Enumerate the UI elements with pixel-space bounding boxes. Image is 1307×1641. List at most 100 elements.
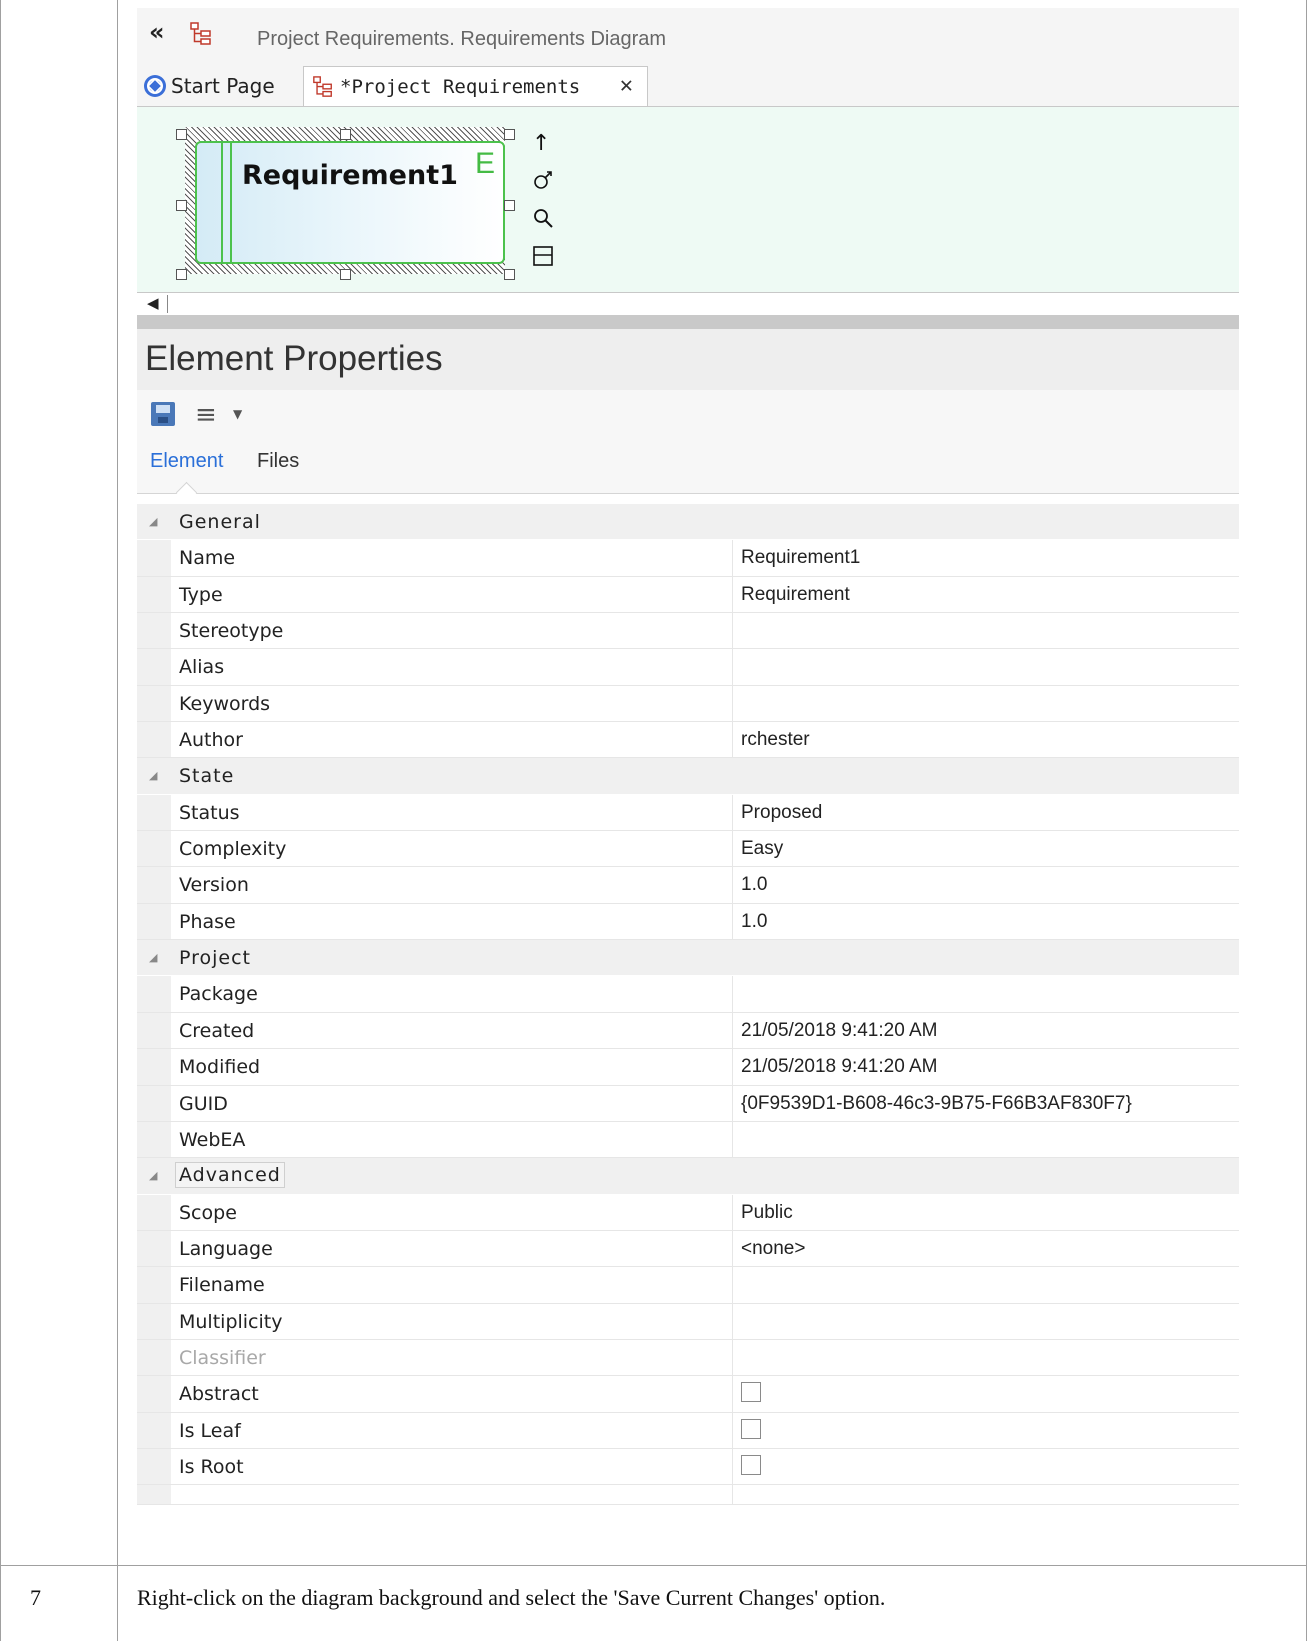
section-state[interactable]: ◢ State — [137, 758, 1239, 795]
resize-handle[interactable] — [504, 129, 515, 140]
property-row[interactable]: Alias — [137, 649, 1239, 686]
arrow-up-icon[interactable]: ↑ — [532, 131, 550, 156]
property-row[interactable]: Package — [137, 976, 1239, 1013]
property-value[interactable]: 21/05/2018 9:41:20 AM — [741, 1056, 938, 1078]
property-key: Type — [179, 583, 223, 606]
collapse-triangle-icon[interactable]: ◢ — [149, 951, 157, 964]
tab-start-page-label: Start Page — [171, 74, 275, 98]
property-value[interactable]: 21/05/2018 9:41:20 AM — [741, 1020, 938, 1042]
save-icon[interactable] — [151, 402, 175, 426]
resize-handle[interactable] — [340, 269, 351, 280]
property-row[interactable]: Abstract — [137, 1376, 1239, 1413]
is-root-checkbox[interactable] — [741, 1454, 761, 1475]
property-row[interactable]: Type Requirement — [137, 576, 1239, 614]
section-label: Project — [179, 947, 252, 970]
property-row[interactable]: Author rchester — [137, 722, 1239, 759]
property-key: Filename — [179, 1274, 265, 1297]
property-row[interactable]: Is Root — [137, 1448, 1239, 1486]
section-label: General — [179, 511, 261, 533]
close-icon[interactable]: ✕ — [620, 73, 633, 98]
property-key: Language — [179, 1237, 273, 1260]
horizontal-scrollbar[interactable]: ◀ — [137, 292, 1239, 316]
properties-title: Element Properties — [145, 339, 443, 378]
quick-link-icon[interactable] — [532, 169, 554, 197]
resize-handle[interactable] — [340, 129, 351, 140]
property-row[interactable]: Phase 1.0 — [137, 903, 1239, 941]
active-tab-indicator — [175, 481, 198, 504]
chevron-down-icon[interactable]: ▼ — [233, 407, 242, 421]
start-page-icon — [143, 74, 167, 98]
property-value[interactable]: {0F9539D1-B608-46c3-9B75-F66B3AF830F7} — [741, 1093, 1132, 1115]
property-row[interactable]: Classifier — [137, 1339, 1239, 1377]
is-leaf-checkbox[interactable] — [741, 1418, 761, 1439]
property-row[interactable]: Language <none> — [137, 1230, 1239, 1268]
resize-handle[interactable] — [504, 269, 515, 280]
property-key: Classifier — [179, 1346, 266, 1369]
requirement-element[interactable]: Requirement1 E — [195, 141, 505, 264]
properties-subtabs: Element Files — [137, 440, 1239, 504]
property-key: Is Root — [179, 1455, 244, 1478]
diagram-canvas[interactable]: Requirement1 E ↑ — [137, 107, 1239, 292]
property-value[interactable]: Easy — [741, 838, 783, 860]
property-key: Is Leaf — [179, 1419, 241, 1442]
property-value[interactable]: Proposed — [741, 802, 822, 824]
requirement-type-icon: E — [474, 147, 495, 180]
property-row-partial — [137, 1485, 1239, 1506]
search-icon[interactable] — [532, 207, 554, 235]
property-row[interactable]: Keywords — [137, 685, 1239, 723]
section-general[interactable]: ◢ General — [137, 504, 1239, 541]
property-row[interactable]: Filename — [137, 1267, 1239, 1304]
resize-handle[interactable] — [504, 200, 515, 211]
property-value[interactable]: rchester — [741, 729, 810, 751]
property-key: Abstract — [179, 1383, 259, 1406]
section-label: State — [179, 765, 235, 788]
section-project[interactable]: ◢ Project — [137, 940, 1239, 977]
property-row[interactable]: Version 1.0 — [137, 867, 1239, 904]
property-row[interactable]: WebEA — [137, 1121, 1239, 1159]
resize-handle[interactable] — [176, 269, 187, 280]
property-row[interactable]: Multiplicity — [137, 1303, 1239, 1340]
section-advanced[interactable]: ◢ Advanced — [137, 1158, 1239, 1195]
abstract-checkbox[interactable] — [741, 1382, 761, 1403]
tab-project-requirements[interactable]: *Project Requirements ✕ — [303, 66, 648, 106]
property-key: Author — [179, 729, 243, 752]
requirement-bar — [221, 143, 232, 262]
property-key: Name — [179, 547, 236, 570]
collapse-chevron-icon[interactable]: « — [149, 18, 165, 46]
collapse-triangle-icon[interactable]: ◢ — [149, 769, 157, 782]
property-row[interactable]: Status Proposed — [137, 794, 1239, 832]
resize-handle[interactable] — [176, 200, 187, 211]
property-value[interactable]: Requirement1 — [741, 547, 860, 569]
property-row[interactable]: Scope Public — [137, 1194, 1239, 1231]
tab-element[interactable]: Element — [150, 450, 223, 473]
compartment-icon[interactable] — [532, 245, 554, 273]
scroll-left-icon[interactable]: ◀ — [147, 294, 159, 312]
property-grid: ◢ General Name Requirement1 Type Requireme… — [137, 504, 1239, 1506]
property-key: Modified — [179, 1056, 261, 1079]
property-value[interactable]: Requirement — [741, 584, 850, 606]
property-key: Status — [179, 801, 240, 824]
property-key: Package — [179, 983, 258, 1006]
tab-files[interactable]: Files — [257, 450, 299, 473]
property-row[interactable]: Is Leaf — [137, 1412, 1239, 1449]
panel-splitter[interactable] — [137, 315, 1239, 329]
property-value[interactable]: <none> — [741, 1238, 805, 1260]
property-key: Scope — [179, 1201, 237, 1224]
property-row[interactable]: Complexity Easy — [137, 831, 1239, 868]
property-value[interactable]: 1.0 — [741, 874, 767, 896]
table-row-divider — [0, 1565, 1307, 1566]
resize-handle[interactable] — [176, 129, 187, 140]
property-row[interactable]: GUID {0F9539D1-B608-46c3-9B75-F66B3AF830F… — [137, 1085, 1239, 1122]
property-value[interactable]: Public — [741, 1202, 793, 1224]
property-row[interactable]: Stereotype — [137, 613, 1239, 650]
document-tab-bar: Start Page *Project Requirements ✕ — [137, 62, 1239, 107]
property-row[interactable]: Name Requirement1 — [137, 540, 1239, 577]
property-row[interactable]: Modified 21/05/2018 9:41:20 AM — [137, 1049, 1239, 1086]
breadcrumb: Project Requirements. Requirements Diagr… — [257, 28, 667, 50]
property-row[interactable]: Created 21/05/2018 9:41:20 AM — [137, 1012, 1239, 1050]
collapse-triangle-icon[interactable]: ◢ — [149, 515, 157, 528]
tab-start-page[interactable]: Start Page — [143, 66, 295, 106]
property-value[interactable]: 1.0 — [741, 911, 767, 933]
menu-icon[interactable]: ≡ — [195, 400, 217, 430]
collapse-triangle-icon[interactable]: ◢ — [149, 1169, 157, 1182]
